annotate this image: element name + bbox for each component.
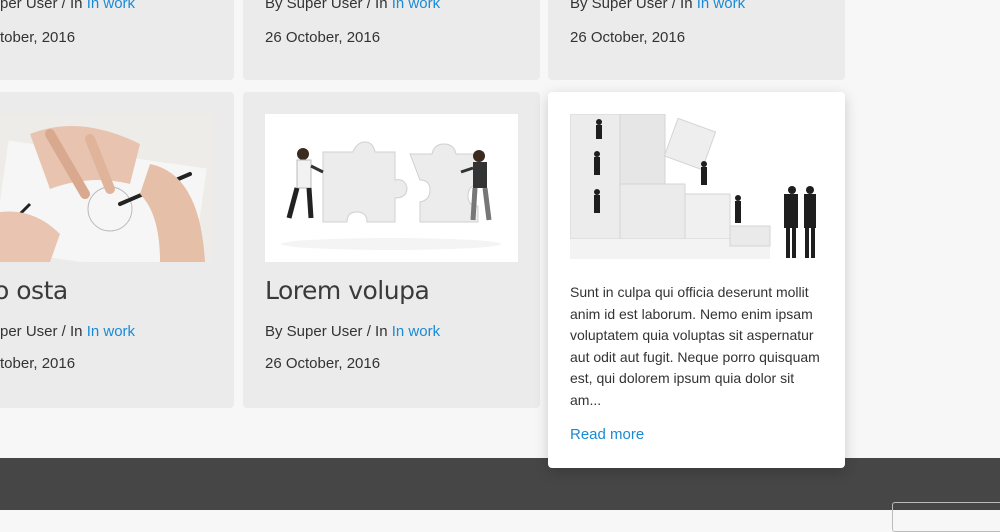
article-date: tober, 2016 [0, 29, 76, 46]
puzzle-climb-image[interactable] [570, 114, 823, 262]
hands-drawing-image[interactable] [0, 114, 213, 262]
article-date: 26 October, 2016 [265, 29, 381, 46]
read-more-link[interactable]: Read more [570, 426, 644, 443]
article-meta: per User / In In work [0, 323, 135, 340]
article-date: tober, 2016 [0, 355, 76, 372]
puzzle-push-image[interactable] [265, 114, 518, 262]
author-label: per User / In [0, 323, 87, 340]
article-meta: By Super User / In In work [265, 323, 440, 340]
category-link[interactable]: In work [697, 0, 745, 12]
article-card-top-2[interactable]: By Super User / In In work 26 October, 2… [243, 0, 540, 80]
article-card-top-1[interactable]: per User / In In work tober, 2016 [0, 0, 234, 80]
article-excerpt: Sunt in culpa qui officia deserunt molli… [570, 284, 820, 408]
article-meta: per User / In In work [0, 0, 135, 12]
article-date: 26 October, 2016 [265, 355, 381, 372]
site-footer [0, 458, 1000, 532]
article-card-top-3[interactable]: By Super User / In In work 26 October, 2… [548, 0, 845, 80]
article-card-1[interactable]: o osta per User / In In work tober, 2016 [0, 92, 234, 408]
article-meta: By Super User / In In work [265, 0, 440, 12]
category-link[interactable]: In work [87, 0, 135, 12]
article-title[interactable]: o osta [0, 276, 68, 305]
article-card-3-hovered[interactable]: Sunt in culpa qui officia deserunt molli… [548, 92, 845, 468]
article-date: 26 October, 2016 [570, 29, 686, 46]
category-link[interactable]: In work [87, 323, 135, 340]
article-meta: By Super User / In In work [570, 0, 745, 12]
author-label: per User / In [0, 0, 87, 12]
author-label: By Super User / In [265, 323, 392, 340]
article-card-2[interactable]: Lorem volupa By Super User / In In work … [243, 92, 540, 408]
category-link[interactable]: In work [392, 323, 440, 340]
author-label: By Super User / In [265, 0, 392, 12]
newsletter-input[interactable] [892, 502, 1000, 532]
author-label: By Super User / In [570, 0, 697, 12]
article-title[interactable]: Lorem volupa [265, 276, 430, 305]
category-link[interactable]: In work [392, 0, 440, 12]
